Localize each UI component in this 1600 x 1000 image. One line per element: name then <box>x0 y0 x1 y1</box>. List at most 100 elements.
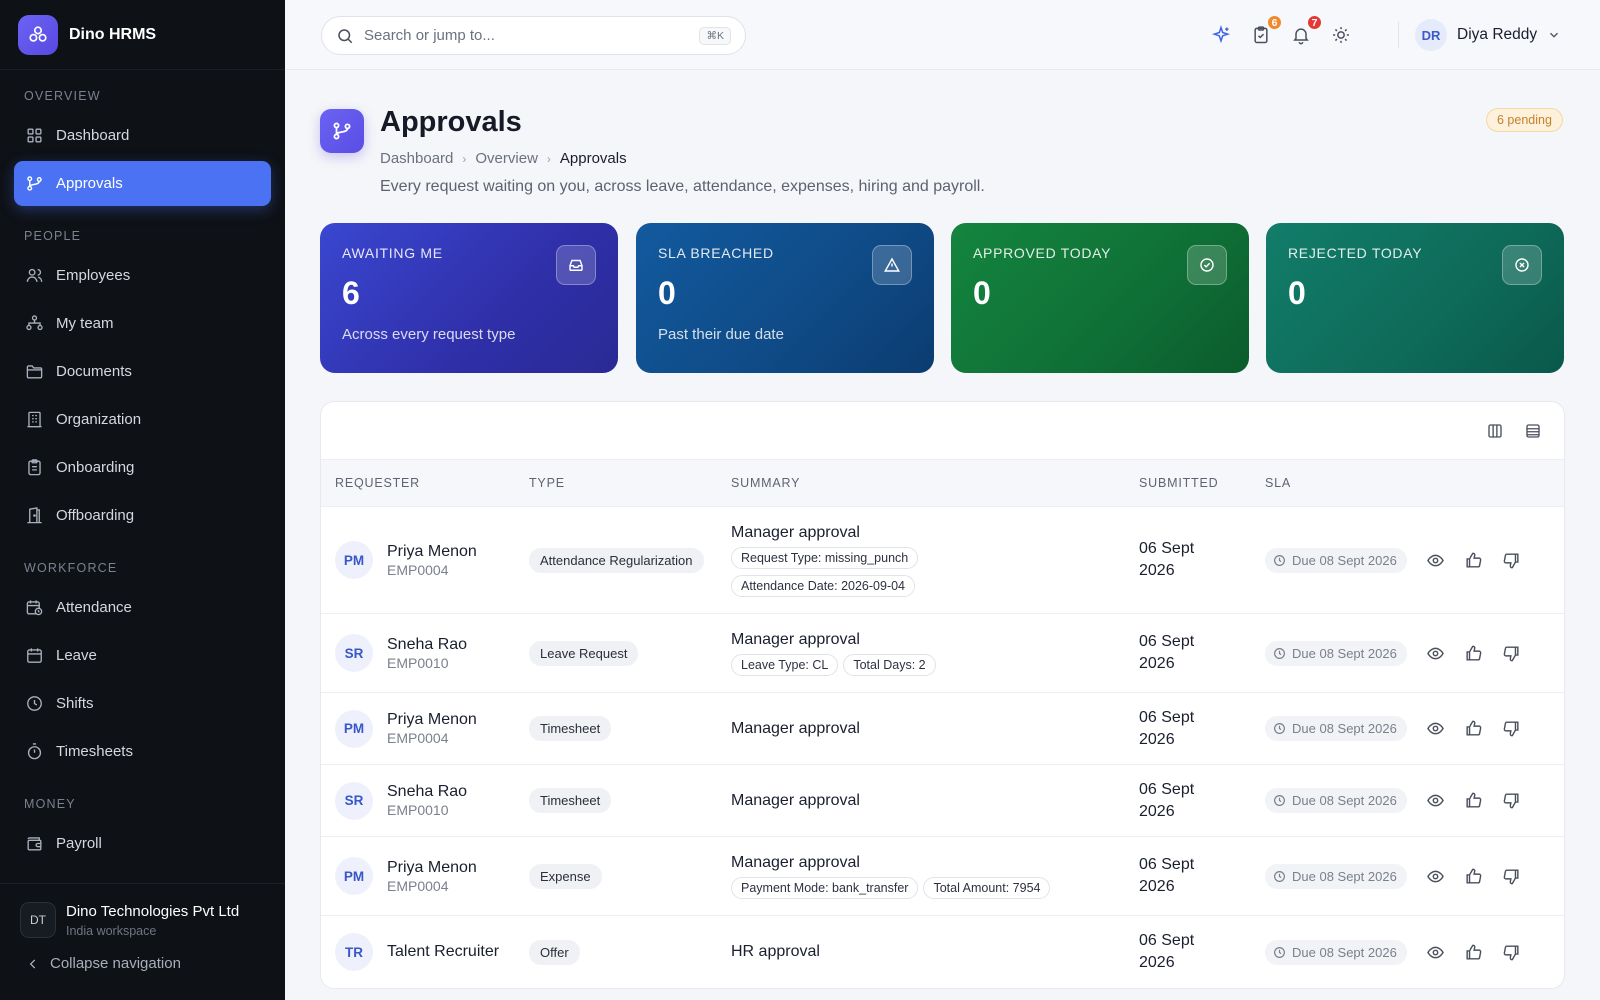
table-row[interactable]: TR Talent Recruiter Offer HR approval 06… <box>321 916 1564 988</box>
stat-card-awaiting[interactable]: AWAITING ME 6 Across every request type <box>320 223 618 373</box>
notifications-badge: 7 <box>1306 14 1323 31</box>
summary-cell: Manager approval Leave Type: CL Total Da… <box>731 631 1131 676</box>
type-badge: Attendance Regularization <box>529 547 704 573</box>
submitted-date: 06 Sept 2026 <box>1139 854 1219 898</box>
sidebar-item-timesheets[interactable]: Timesheets <box>14 729 271 774</box>
user-menu[interactable]: DR Diya Reddy <box>1415 19 1561 51</box>
stat-card-rejected-today[interactable]: REJECTED TODAY 0 <box>1266 223 1564 373</box>
reject-button[interactable] <box>1500 790 1522 812</box>
requester-cell: SR Sneha Rao EMP0010 <box>335 634 467 672</box>
columns-toggle-button[interactable] <box>1485 421 1505 441</box>
sidebar-item-shifts[interactable]: Shifts <box>14 681 271 726</box>
approve-button[interactable] <box>1462 941 1484 963</box>
density-toggle-button[interactable] <box>1523 421 1543 441</box>
search-box[interactable]: ⌘K <box>321 16 746 55</box>
submitted-day: 06 Sept <box>1139 708 1195 726</box>
requester-cell: TR Talent Recruiter <box>335 933 499 971</box>
sidebar-item-label: Documents <box>56 363 132 380</box>
view-button[interactable] <box>1424 790 1446 812</box>
sidebar-item-offboarding[interactable]: Offboarding <box>14 493 271 538</box>
stat-card-sla-breached[interactable]: SLA BREACHED 0 Past their due date <box>636 223 934 373</box>
column-header-sla[interactable]: SLA <box>1265 476 1291 490</box>
sla-text: Due 08 Sept 2026 <box>1292 721 1397 736</box>
summary-chip: Total Amount: 7954 <box>923 876 1051 899</box>
requester-name: Sneha Rao <box>387 783 468 800</box>
reject-button[interactable] <box>1500 642 1522 664</box>
sidebar-item-attendance[interactable]: Attendance <box>14 585 271 630</box>
sidebar-item-leave[interactable]: Leave <box>14 633 271 678</box>
approve-button[interactable] <box>1462 718 1484 740</box>
team-icon <box>26 315 43 331</box>
sidebar-item-label: Offboarding <box>56 507 135 524</box>
column-header-submitted[interactable]: SUBMITTED <box>1139 476 1218 490</box>
requester-cell: PM Priya Menon EMP0004 <box>335 541 477 579</box>
collapse-navigation-button[interactable]: Collapse navigation <box>0 938 285 972</box>
eye-icon <box>1426 946 1444 958</box>
type-badge: Leave Request <box>529 640 639 666</box>
search-icon <box>338 28 353 43</box>
table-header: REQUESTER TYPE SUMMARY SUBMITTED SLA <box>321 460 1564 507</box>
reject-button[interactable] <box>1500 865 1522 887</box>
summary-title: Manager approval <box>731 853 860 871</box>
sla-badge: Due 08 Sept 2026 <box>1265 788 1407 813</box>
approve-button[interactable] <box>1462 790 1484 812</box>
breadcrumb-overview[interactable]: Overview <box>475 150 538 167</box>
clipboard-icon <box>28 459 41 476</box>
table-row[interactable]: PM Priya Menon EMP0004 Expense Manager a… <box>321 837 1564 916</box>
breadcrumb-dashboard[interactable]: Dashboard <box>380 150 453 167</box>
topbar-divider <box>1398 22 1399 48</box>
sidebar-item-dashboard[interactable]: Dashboard <box>14 113 271 158</box>
folder-icon <box>26 365 43 379</box>
view-button[interactable] <box>1424 865 1446 887</box>
sidebar-item-documents[interactable]: Documents <box>14 349 271 394</box>
reject-button[interactable] <box>1500 549 1522 571</box>
clock-icon <box>27 696 42 711</box>
table-row[interactable]: SR Sneha Rao EMP0010 Leave Request Manag… <box>321 614 1564 693</box>
approve-button[interactable] <box>1462 865 1484 887</box>
tasks-button[interactable]: 6 <box>1249 14 1283 47</box>
grid-icon <box>27 128 42 143</box>
sidebar-item-employees[interactable]: Employees <box>14 253 271 298</box>
timer-icon <box>27 743 42 760</box>
notifications-button[interactable]: 7 <box>1289 14 1323 47</box>
summary-title: Manager approval <box>731 791 860 809</box>
reject-button[interactable] <box>1500 941 1522 963</box>
type-badge: Expense <box>529 863 602 889</box>
column-header-summary[interactable]: SUMMARY <box>731 476 800 490</box>
view-button[interactable] <box>1424 941 1446 963</box>
submitted-date: 06 Sept 2026 <box>1139 707 1219 751</box>
sidebar-item-onboarding[interactable]: Onboarding <box>14 445 271 490</box>
brand[interactable]: Dino HRMS <box>0 0 285 70</box>
thumbs-up-icon <box>1465 645 1481 661</box>
table-row[interactable]: PM Priya Menon EMP0004 Attendance Regula… <box>321 507 1564 614</box>
column-header-requester[interactable]: REQUESTER <box>335 476 420 490</box>
brand-name: Dino HRMS <box>69 25 157 43</box>
summary-cell: Manager approval Request Type: missing_p… <box>731 524 1131 597</box>
table-row[interactable]: PM Priya Menon EMP0004 Timesheet Manager… <box>321 693 1564 765</box>
summary-cell: Manager approval <box>731 720 860 738</box>
sla-badge: Due 08 Sept 2026 <box>1265 640 1407 666</box>
users-icon <box>26 268 43 282</box>
theme-toggle-button[interactable] <box>1329 23 1353 47</box>
ai-assistant-button[interactable] <box>1209 23 1233 47</box>
thumbs-up-icon <box>1465 868 1481 884</box>
view-button[interactable] <box>1424 642 1446 664</box>
search-input[interactable] <box>364 27 684 44</box>
org-switcher[interactable]: DT Dino Technologies Pvt Ltd India works… <box>0 884 285 938</box>
column-header-type[interactable]: TYPE <box>529 476 565 490</box>
reject-button[interactable] <box>1500 718 1522 740</box>
sidebar-item-payroll[interactable]: Payroll <box>14 821 271 866</box>
sidebar-item-my-team[interactable]: My team <box>14 301 271 346</box>
sla-badge: Due 08 Sept 2026 <box>1265 716 1407 741</box>
sidebar-item-approvals[interactable]: Approvals <box>14 161 271 206</box>
view-button[interactable] <box>1424 549 1446 571</box>
employee-id: EMP0004 <box>387 730 449 746</box>
stat-card-approved-today[interactable]: APPROVED TODAY 0 <box>951 223 1249 373</box>
approve-button[interactable] <box>1462 549 1484 571</box>
requester-name: Priya Menon <box>387 711 477 728</box>
table-row[interactable]: SR Sneha Rao EMP0010 Timesheet Manager a… <box>321 765 1564 837</box>
submitted-date: 06 Sept 2026 <box>1139 538 1219 582</box>
approve-button[interactable] <box>1462 642 1484 664</box>
view-button[interactable] <box>1424 718 1446 740</box>
sidebar-item-organization[interactable]: Organization <box>14 397 271 442</box>
